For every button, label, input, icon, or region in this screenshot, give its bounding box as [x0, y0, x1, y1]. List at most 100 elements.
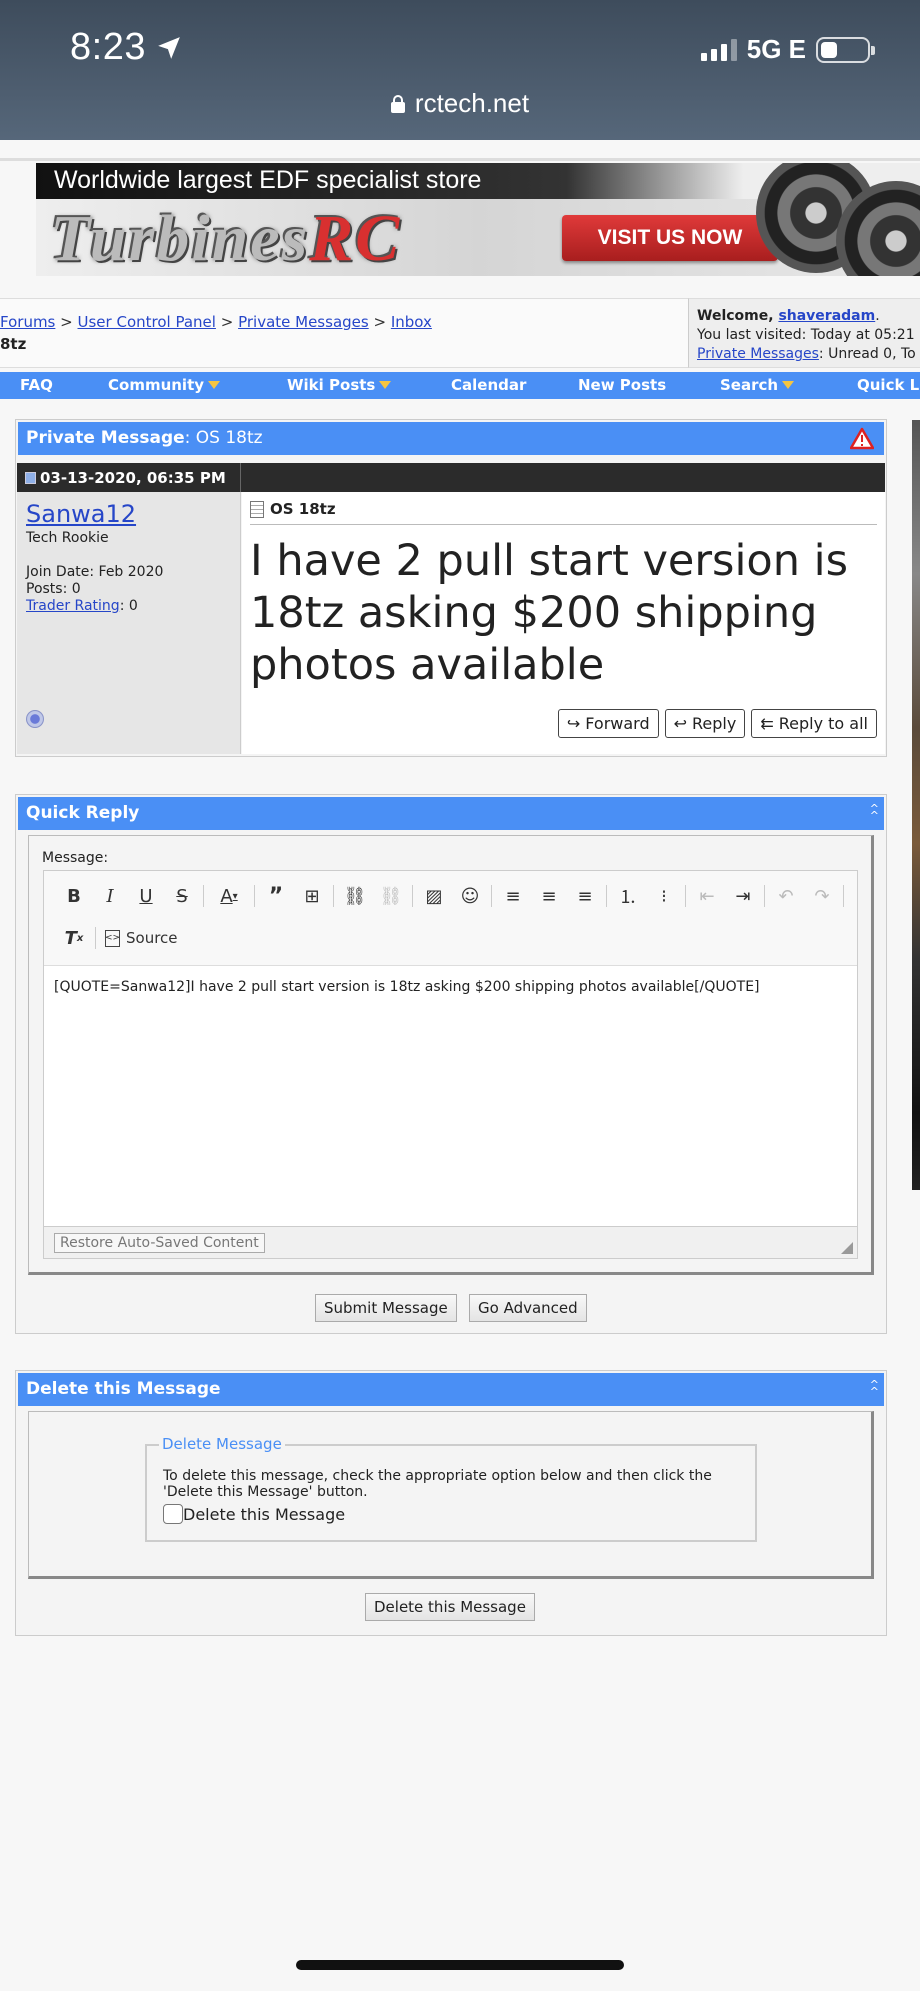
quick-reply-panel: Quick Reply ^ ^ Message: B I U S A ▾ ” ⊞ ⛓…	[15, 794, 887, 1334]
align-left-icon[interactable]: ≡	[495, 881, 531, 911]
table-icon[interactable]: ⊞	[294, 881, 330, 911]
welcome-box: Welcome, shaveradam. You last visited: T…	[688, 298, 920, 368]
submit-message-button[interactable]: Submit Message	[315, 1294, 457, 1322]
home-indicator[interactable]	[296, 1960, 624, 1970]
align-center-icon[interactable]: ≡	[531, 881, 567, 911]
pm-header: Private Message: OS 18tz	[18, 422, 884, 455]
delete-checkbox[interactable]	[163, 1504, 183, 1524]
bold-icon[interactable]: B	[56, 881, 92, 911]
breadcrumb-separator: >	[373, 313, 387, 331]
outdent-icon[interactable]: ⇤	[689, 881, 725, 911]
quick-reply-body: Message: B I U S A ▾ ” ⊞ ⛓ ⛓ ▨ ☺ ≡ ≡ ≡ ⒈…	[28, 835, 874, 1275]
breadcrumb-forums[interactable]: Forums	[0, 313, 55, 331]
clock: 8:23	[70, 26, 182, 69]
username-link[interactable]: shaveradam	[778, 308, 875, 324]
underline-icon[interactable]: U	[128, 881, 164, 911]
editor-content[interactable]: [QUOTE=Sanwa12]I have 2 pull start versi…	[54, 979, 760, 995]
network-type: 5G E	[746, 34, 806, 64]
forward-button[interactable]: ↪ Forward	[557, 709, 659, 738]
url-text: rctech.net	[414, 88, 530, 118]
author-title: Tech Rookie	[26, 530, 109, 546]
nav-community[interactable]: Community	[108, 376, 221, 394]
breadcrumb-user-control-panel[interactable]: User Control Panel	[78, 313, 216, 331]
welcome-text: Welcome,	[697, 308, 779, 324]
report-alert-icon[interactable]	[850, 427, 874, 451]
post-body: OS 18tz I have 2 pull start version is 1…	[242, 492, 885, 754]
trader-rating-value: : 0	[119, 598, 138, 614]
nav-wiki-posts[interactable]: Wiki Posts	[287, 376, 392, 394]
reply-all-button[interactable]: ⇇ Reply to all	[751, 709, 877, 738]
strikethrough-icon[interactable]: S	[164, 881, 200, 911]
message-label: Message:	[42, 850, 109, 866]
redo-icon[interactable]: ↷	[804, 881, 840, 911]
editor-footer: Restore Auto-Saved Content	[44, 1226, 857, 1258]
pm-header-title: : OS 18tz	[184, 428, 263, 448]
nav-search[interactable]: Search	[720, 376, 795, 394]
post-date: 03-13-2020, 06:35 PM	[40, 469, 226, 487]
quote-icon[interactable]: ”	[258, 881, 294, 911]
edge-image-strip	[912, 420, 920, 1190]
collapse-icon[interactable]: ^ ^	[870, 1379, 879, 1397]
forward-icon: ↪	[566, 714, 581, 733]
delete-checkbox-label: Delete this Message	[183, 1504, 346, 1524]
bulleted-list-icon[interactable]: ⁝	[646, 881, 682, 911]
ad-banner[interactable]: Worldwide largest EDF specialist store T…	[36, 163, 920, 276]
numbered-list-icon[interactable]: ⒈	[610, 881, 646, 911]
trader-rating-link[interactable]: Trader Rating	[26, 598, 120, 614]
delete-message-button[interactable]: Delete this Message	[365, 1593, 535, 1621]
reply-icon: ↩	[673, 714, 688, 733]
nav-calendar[interactable]: Calendar	[451, 376, 526, 394]
breadcrumb-current: 8tz	[0, 335, 27, 353]
nav-faq[interactable]: FAQ	[20, 376, 53, 394]
reply-button[interactable]: ↩ Reply	[664, 709, 746, 738]
breadcrumb-separator: >	[60, 313, 73, 331]
delete-header: Delete this Message ^ ^	[18, 1373, 884, 1406]
nav-quick-links[interactable]: Quick Li	[857, 376, 920, 394]
undo-icon[interactable]: ↶	[768, 881, 804, 911]
remove-format-icon[interactable]: Tx	[56, 923, 92, 953]
private-messages-link[interactable]: Private Messages	[697, 346, 819, 362]
lock-icon	[390, 94, 405, 113]
dropdown-arrow-icon	[379, 381, 392, 389]
collapse-icon[interactable]: ^ ^	[870, 803, 879, 821]
reply-all-icon: ⇇	[760, 714, 774, 733]
post-status-icon	[25, 472, 36, 484]
font-color-icon[interactable]: A ▾	[207, 881, 251, 911]
user-info: Sanwa12 Tech Rookie Join Date: Feb 2020 …	[17, 492, 241, 754]
indent-icon[interactable]: ⇥	[725, 881, 761, 911]
delete-title: Delete this Message	[26, 1379, 221, 1399]
image-icon[interactable]: ▨	[416, 881, 452, 911]
breadcrumb-inbox[interactable]: Inbox	[391, 313, 432, 331]
unlink-icon[interactable]: ⛓	[373, 881, 409, 911]
go-advanced-button[interactable]: Go Advanced	[469, 1294, 587, 1322]
status-icons: 5G E	[700, 34, 875, 65]
quick-reply-title: Quick Reply	[26, 803, 140, 823]
author-username[interactable]: Sanwa12	[26, 500, 231, 528]
restore-autosave-button[interactable]: Restore Auto-Saved Content	[54, 1233, 265, 1253]
align-right-icon[interactable]: ≡	[567, 881, 603, 911]
ad-visit-button[interactable]: VISIT US NOW	[562, 215, 778, 261]
post-subject: OS 18tz	[270, 500, 336, 518]
delete-message-panel: Delete this Message ^ ^ Delete Message To…	[15, 1370, 887, 1636]
quick-reply-header: Quick Reply ^ ^	[18, 797, 884, 830]
delete-body: Delete Message To delete this message, c…	[28, 1411, 874, 1579]
italic-icon[interactable]: I	[92, 881, 128, 911]
post-header: 03-13-2020, 06:35 PM	[17, 463, 885, 492]
delete-checkbox-row[interactable]: Delete this Message	[163, 1504, 345, 1524]
join-date: Join Date: Feb 2020	[26, 564, 164, 580]
source-button[interactable]: <> Source	[99, 929, 184, 947]
dropdown-arrow-icon	[208, 381, 221, 389]
battery-icon	[816, 36, 875, 63]
source-icon: <>	[105, 929, 120, 947]
smiley-icon[interactable]: ☺	[452, 881, 488, 911]
resize-grip-icon[interactable]	[841, 1242, 853, 1254]
post-message: I have 2 pull start version is 18tz aski…	[250, 536, 848, 690]
nav-new-posts[interactable]: New Posts	[578, 376, 666, 394]
message-editor: B I U S A ▾ ” ⊞ ⛓ ⛓ ▨ ☺ ≡ ≡ ≡ ⒈ ⁝ ⇤ ⇥ ↶ …	[43, 870, 858, 1259]
page-divider	[0, 158, 920, 161]
main-navbar: FAQ Community Wiki Posts Calendar New Po…	[0, 372, 920, 399]
link-icon[interactable]: ⛓	[337, 881, 373, 911]
url-bar[interactable]: rctech.net	[0, 88, 920, 119]
last-visited: You last visited: Today at 05:21	[697, 327, 915, 343]
breadcrumb-private-messages[interactable]: Private Messages	[238, 313, 369, 331]
